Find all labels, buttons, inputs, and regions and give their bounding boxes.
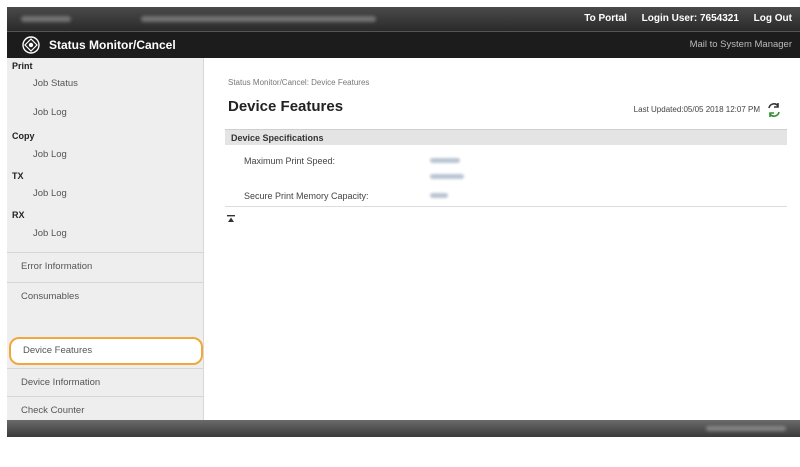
to-portal-link[interactable]: To Portal xyxy=(584,13,627,24)
sidebar-heading-rx: RX xyxy=(12,210,25,220)
top-bar: To Portal Login User: 7654321 Log Out xyxy=(7,7,800,31)
main-content: Status Monitor/Cancel: Device Features D… xyxy=(204,58,800,420)
sidebar-item-print-job-status[interactable]: Job Status xyxy=(7,70,203,98)
blurred-memory-capacity-value xyxy=(430,193,448,198)
footer-bar xyxy=(7,420,800,437)
sidebar: Print Job Status Job Log Copy Job Log TX… xyxy=(7,58,204,420)
login-user-text: Login User: 7654321 xyxy=(641,13,739,24)
device-specifications-header: Device Specifications xyxy=(225,129,787,145)
blurred-print-speed-value xyxy=(430,158,460,163)
sidebar-item-error-information[interactable]: Error Information xyxy=(7,252,203,280)
page-title: Device Features xyxy=(228,98,344,115)
blurred-copyright xyxy=(706,426,786,431)
breadcrumb: Status Monitor/Cancel: Device Features xyxy=(228,78,370,87)
sidebar-item-device-features[interactable]: Device Features xyxy=(9,337,203,365)
title-bar: Status Monitor/Cancel Mail to System Man… xyxy=(7,31,800,58)
section-divider xyxy=(225,206,787,207)
sidebar-item-tx-job-log[interactable]: Job Log xyxy=(7,180,203,208)
sidebar-heading-copy: Copy xyxy=(12,131,35,141)
top-links: To Portal Login User: 7654321 Log Out xyxy=(572,7,792,31)
last-updated-text: Last Updated:05/05 2018 12:07 PM xyxy=(633,105,760,114)
sidebar-item-consumables[interactable]: Consumables xyxy=(7,282,203,310)
blurred-device-name xyxy=(21,16,71,22)
blurred-device-address xyxy=(141,16,376,22)
status-monitor-logo-icon xyxy=(22,36,40,54)
secure-print-memory-label: Secure Print Memory Capacity: xyxy=(244,191,369,201)
app-title: Status Monitor/Cancel xyxy=(49,38,176,52)
back-to-top-icon[interactable] xyxy=(227,215,235,223)
blurred-print-speed-value xyxy=(430,174,464,179)
mail-to-system-manager-link[interactable]: Mail to System Manager xyxy=(690,32,792,58)
browser-page: To Portal Login User: 7654321 Log Out St… xyxy=(7,7,800,437)
refresh-icon[interactable] xyxy=(766,102,782,118)
sidebar-item-copy-job-log[interactable]: Job Log xyxy=(7,141,203,169)
sidebar-item-rx-job-log[interactable]: Job Log xyxy=(7,220,203,248)
log-out-link[interactable]: Log Out xyxy=(754,13,792,24)
sidebar-item-device-information[interactable]: Device Information xyxy=(7,368,203,396)
max-print-speed-label: Maximum Print Speed: xyxy=(244,156,336,166)
sidebar-item-print-job-log[interactable]: Job Log xyxy=(7,99,203,127)
